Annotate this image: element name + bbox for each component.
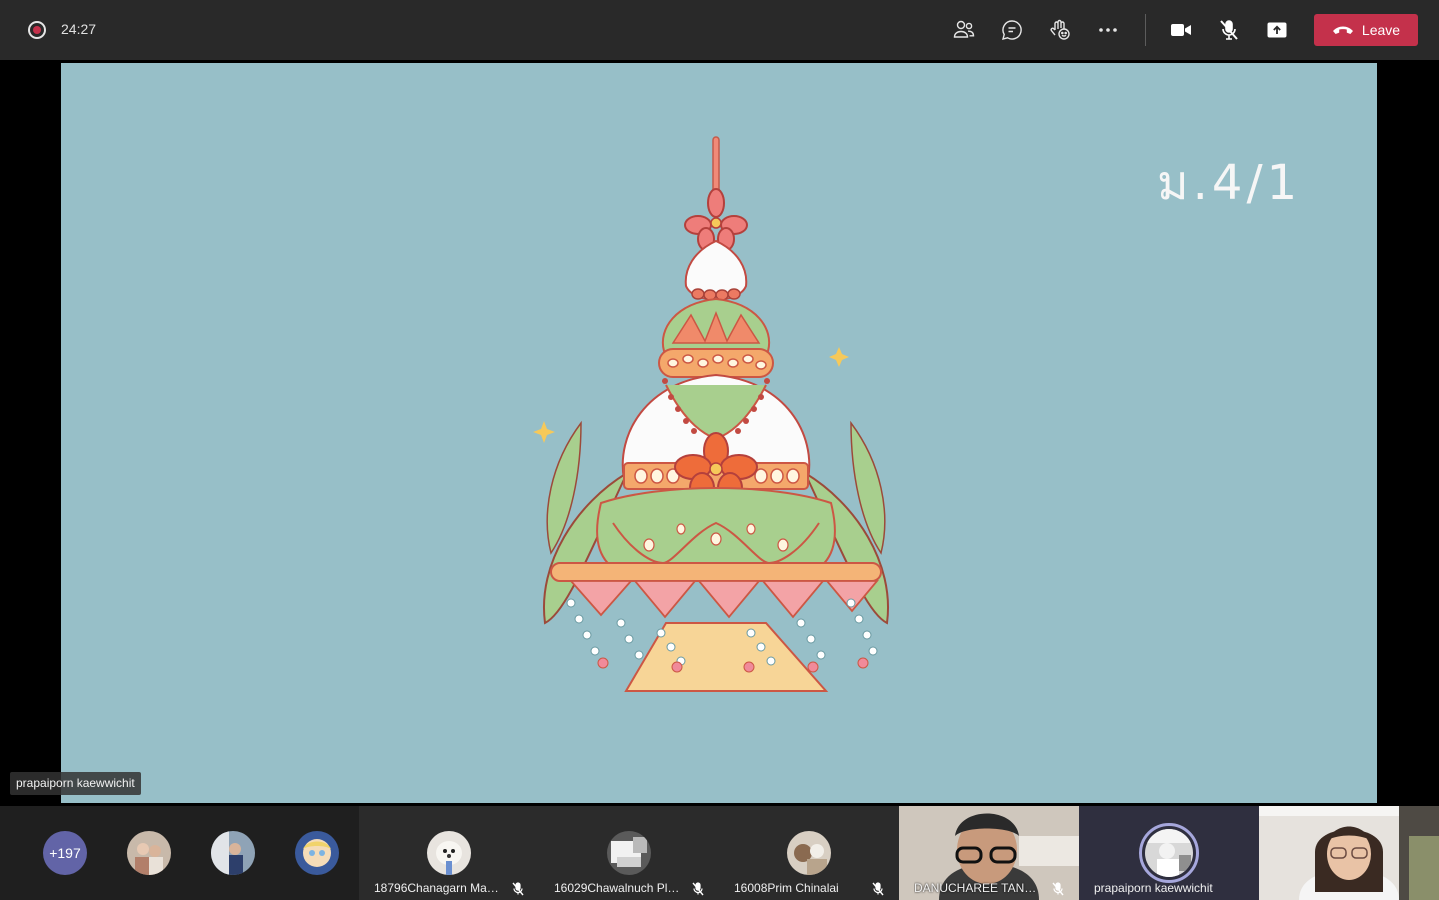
participant-tile[interactable]: 16029Chawalnuch Plu... bbox=[539, 806, 719, 900]
chat-button[interactable] bbox=[996, 14, 1028, 46]
phone-hangup-icon bbox=[1332, 26, 1353, 34]
meeting-toolbar: 24:27 Leave bbox=[0, 0, 1439, 60]
participant-tile-speaking[interactable]: prapaiporn kaewwichit bbox=[1079, 806, 1259, 900]
more-participants-badge[interactable]: +197 bbox=[43, 831, 87, 875]
share-button[interactable] bbox=[1261, 14, 1293, 46]
participant-tile[interactable]: 18796Chanagarn Mar... bbox=[359, 806, 539, 900]
toolbar-divider bbox=[1145, 14, 1146, 46]
people-icon bbox=[953, 20, 975, 38]
participant-name: 18796Chanagarn Mar... bbox=[374, 881, 500, 895]
avatar bbox=[607, 831, 651, 875]
mic-muted-icon bbox=[692, 882, 704, 896]
mic-off-icon bbox=[1220, 20, 1238, 40]
presenter-name-tag: prapaiporn kaewwichit bbox=[10, 772, 141, 795]
camera-button[interactable] bbox=[1165, 14, 1197, 46]
participant-video bbox=[1259, 806, 1439, 900]
more-actions-button[interactable] bbox=[1092, 14, 1124, 46]
shared-screen-area: ม.4/1 prapaiporn kaewwichit bbox=[0, 60, 1439, 804]
participant-name: 16008Prim Chinalai bbox=[734, 881, 839, 895]
avatar bbox=[427, 831, 471, 875]
mic-muted-icon bbox=[512, 882, 524, 896]
overflow-participants[interactable]: +197 bbox=[0, 806, 359, 900]
participant-tile[interactable]: 16008Prim Chinalai bbox=[719, 806, 899, 900]
participant-video-tile[interactable]: DANUCHAREE TANTH... bbox=[899, 806, 1079, 900]
participant-gallery: +197 18796Chanagarn Mar... 16029Chawalnu… bbox=[0, 806, 1439, 900]
avatar[interactable] bbox=[127, 831, 171, 875]
avatar bbox=[787, 831, 831, 875]
participant-name: 16029Chawalnuch Plu... bbox=[554, 881, 680, 895]
mic-muted-icon bbox=[1052, 882, 1064, 896]
chat-icon bbox=[1002, 20, 1022, 40]
recording-icon bbox=[28, 21, 46, 39]
avatar bbox=[1139, 823, 1199, 883]
shared-slide: ม.4/1 bbox=[61, 63, 1377, 803]
leave-label: Leave bbox=[1361, 22, 1401, 38]
leave-button[interactable]: Leave bbox=[1314, 14, 1418, 46]
share-icon bbox=[1267, 22, 1287, 38]
avatar[interactable] bbox=[295, 831, 339, 875]
participant-name: prapaiporn kaewwichit bbox=[1094, 881, 1213, 895]
reactions-button[interactable] bbox=[1044, 14, 1076, 46]
meeting-timer: 24:27 bbox=[61, 21, 97, 37]
slide-class-label: ม.4/1 bbox=[1157, 155, 1302, 211]
more-icon bbox=[1099, 28, 1117, 32]
participant-name: DANUCHAREE TANTH... bbox=[914, 881, 1040, 895]
mic-button[interactable] bbox=[1213, 14, 1245, 46]
reactions-icon bbox=[1050, 19, 1070, 40]
participant-video-tile[interactable] bbox=[1259, 806, 1439, 900]
participants-button[interactable] bbox=[948, 14, 980, 46]
camera-icon bbox=[1171, 24, 1191, 36]
avatar[interactable] bbox=[211, 831, 255, 875]
mic-muted-icon bbox=[872, 882, 884, 896]
